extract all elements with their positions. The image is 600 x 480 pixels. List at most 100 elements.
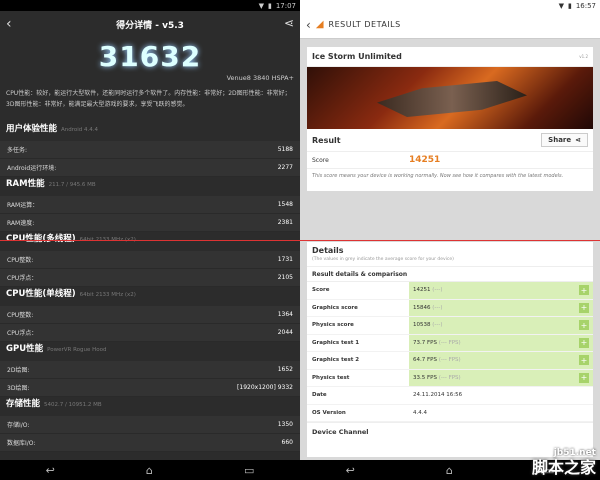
detail-value: 73.7 FPS <box>413 339 437 346</box>
row-label: 存储I/O: <box>7 422 30 429</box>
status-bar: ▼ ▮ 16:57 <box>300 0 600 11</box>
back-icon[interactable]: ‹ <box>306 18 311 32</box>
header: ‹ ◢ RESULT DETAILS <box>300 11 600 39</box>
section-title: CPU性能(单线程) <box>6 289 76 299</box>
detail-label: Graphics test 1 <box>312 339 360 346</box>
section-subtitle: Android 4.4.4 <box>61 127 99 133</box>
expand-plus-icon[interactable]: + <box>579 337 589 348</box>
section-title: CPU性能(多线程) <box>6 234 76 244</box>
score-row: Score 14251 <box>307 151 593 169</box>
details-card: Details (The values in grey indicate the… <box>307 242 593 457</box>
detail-value: 24.11.2014 16:56 <box>413 392 463 399</box>
result-header: Result Share ⋖ <box>307 129 593 151</box>
score-row: 数据库I/O: 660 <box>0 434 300 452</box>
expand-plus-icon[interactable]: + <box>579 285 589 296</box>
row-label: RAM速度: <box>7 220 35 227</box>
battery-icon: ▮ <box>267 1 272 10</box>
row-label: Android运行环境: <box>7 165 57 172</box>
detail-value: 33.5 FPS <box>413 374 437 381</box>
row-value: 2381 <box>277 219 293 226</box>
detail-average: (--- FPS) <box>438 339 461 346</box>
row-label: 数据库I/O: <box>7 440 36 447</box>
row-value: 2105 <box>277 274 293 281</box>
battery-icon: ▮ <box>567 1 572 10</box>
score-sections: 用户体验性能 Android 4.4.4 多任务: 5188 Android运行环境: 2… <box>0 122 300 452</box>
share-icon: ⋖ <box>575 136 581 144</box>
section-title: 存储性能 <box>6 399 41 409</box>
back-nav-icon[interactable]: ↩ <box>346 464 355 477</box>
test-version: v1.2 <box>579 54 588 59</box>
device-channel[interactable]: Device Channel <box>307 422 593 440</box>
status-bar: ▼ ▮ 17:07 <box>0 0 300 11</box>
section-subtitle: PowerVR Rogue Hood <box>47 347 107 353</box>
details-title: Details <box>312 246 344 255</box>
section-subtitle: 5402.7 / 10951.2 MB <box>44 402 102 408</box>
section-header: RAM性能 211.7 / 945.6 MB <box>0 177 300 196</box>
row-value: 2277 <box>277 164 293 171</box>
result-card: Ice Storm Unlimited v1.2 Result Share ⋖ … <box>307 47 593 191</box>
detail-value-wrap: 73.7 FPS (--- FPS) <box>413 340 461 346</box>
detail-row: Graphics test 1 73.7 FPS (--- FPS) + <box>307 334 593 352</box>
score-row: CPU浮点： 2044 <box>0 324 300 342</box>
detail-value: 64.7 FPS <box>413 357 437 364</box>
header: ‹ 得分详情 - v5.3 ⋖ <box>0 11 300 38</box>
detail-value-wrap: 15846 (---) <box>413 305 443 311</box>
row-value: 2044 <box>277 329 293 336</box>
details-list: Score 14251 (---) + Graphics score 15846 (--… <box>307 282 593 422</box>
back-nav-icon[interactable]: ↩ <box>46 464 55 477</box>
section-subtitle: 64bit 2133 MHz (x2) <box>79 292 136 298</box>
score-row: CPU整数: 1364 <box>0 306 300 324</box>
home-nav-icon[interactable]: ⌂ <box>146 464 153 477</box>
section-header: CPU性能(单线程) 64bit 2133 MHz (x2) <box>0 287 300 306</box>
detail-label: Score <box>312 287 330 294</box>
row-label: CPU浮点： <box>7 330 38 337</box>
back-icon[interactable]: ‹ <box>6 16 12 32</box>
nav-bar: ↩ ⌂ ▭ <box>0 460 300 480</box>
share-button[interactable]: Share ⋖ <box>541 133 588 147</box>
row-label: CPU整数: <box>7 312 34 319</box>
details-note: (The values in grey indicate the average… <box>312 257 454 262</box>
detail-row: Graphics score 15846 (---) + <box>307 299 593 317</box>
detail-average: (---) <box>432 304 443 311</box>
detail-value-bar: 10538 (---) + <box>409 317 593 334</box>
row-value: [1920x1200] 9332 <box>237 384 293 391</box>
detail-label: OS Version <box>312 409 346 416</box>
detail-value-wrap: 10538 (---) <box>413 322 443 328</box>
device-name: Venue8 3840 HSPA+ <box>226 74 294 82</box>
share-icon[interactable]: ⋖ <box>284 16 294 30</box>
detail-row: Physics test 33.5 FPS (--- FPS) + <box>307 369 593 387</box>
page-title: 得分详情 - v5.3 <box>116 21 184 31</box>
score-row: CPU整数: 1731 <box>0 251 300 269</box>
recent-apps-icon[interactable]: ▭ <box>244 464 254 477</box>
detail-average: (--- FPS) <box>438 374 461 381</box>
score-row: CPU浮点： 2105 <box>0 269 300 287</box>
detail-value-bar: 15846 (---) + <box>409 299 593 316</box>
score-description: CPU性能：较好，能运行大型软件，还能同时运行多个软件了。内存性能：非常好；2D… <box>6 90 291 108</box>
section-header: CPU性能(多线程)64bit 2133 MHz (x2) <box>0 232 300 251</box>
row-value: 1548 <box>277 201 293 208</box>
detail-row: Score 14251 (---) + <box>307 282 593 300</box>
expand-plus-icon[interactable]: + <box>579 320 589 331</box>
detail-value-wrap: 64.7 FPS (--- FPS) <box>413 357 461 363</box>
section-title: RAM性能 <box>6 179 45 189</box>
row-value: 5188 <box>277 146 293 153</box>
section-header: 存储性能 5402.7 / 10951.2 MB <box>0 397 300 416</box>
wifi-icon: ▼ <box>558 1 564 10</box>
3dmark-logo-icon: ◢ <box>315 19 324 30</box>
detail-average: (---) <box>432 287 443 294</box>
expand-plus-icon[interactable]: + <box>579 372 589 383</box>
row-label: 3D绘图: <box>7 385 30 392</box>
row-label: 多任务: <box>7 147 28 154</box>
total-score: 31632 <box>98 39 202 73</box>
detail-label: Physics score <box>312 322 354 329</box>
home-nav-icon[interactable]: ⌂ <box>446 464 453 477</box>
row-value: 1350 <box>277 421 293 428</box>
detail-label: Date <box>312 392 327 399</box>
expand-plus-icon[interactable]: + <box>579 302 589 313</box>
detail-value-bar: 14251 (---) + <box>409 282 593 299</box>
section-header: GPU性能 PowerVR Rogue Hood <box>0 342 300 361</box>
detail-label: Physics test <box>312 374 350 381</box>
expand-plus-icon[interactable]: + <box>579 355 589 366</box>
status-time: 16:57 <box>575 1 596 10</box>
detail-value-wrap: 14251 (---) <box>413 287 443 293</box>
